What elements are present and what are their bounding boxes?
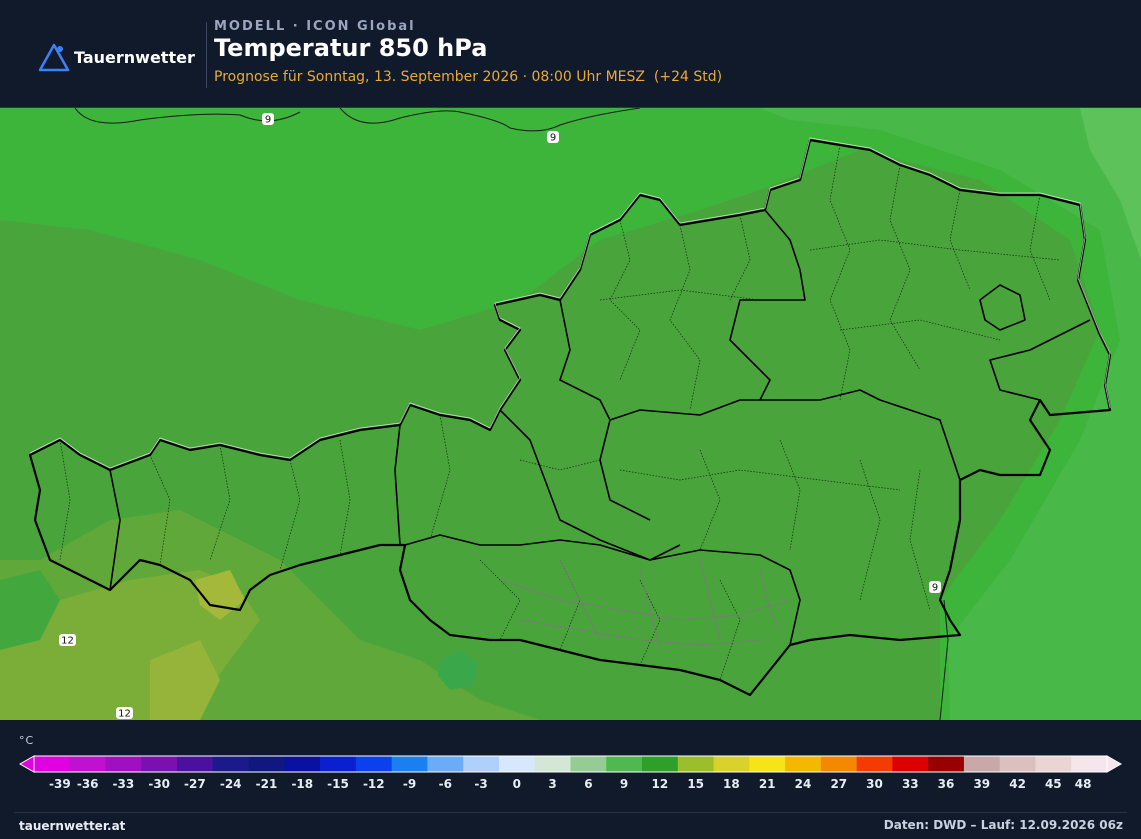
scale-swatch	[105, 756, 142, 772]
scale-tick-label: 18	[723, 777, 740, 791]
scale-swatch	[284, 756, 321, 772]
scale-arrow-max	[1106, 755, 1123, 773]
svg-text:9: 9	[265, 115, 271, 126]
svg-text:9: 9	[932, 583, 938, 594]
mountain-logo-icon	[38, 43, 70, 72]
scale-swatch	[427, 756, 464, 772]
forecast-subtitle: Prognose für Sonntag, 13. September 2026…	[214, 69, 723, 85]
brand-name: Tauernwetter	[74, 47, 195, 67]
scale-tick-label: 39	[973, 777, 991, 791]
scale-swatch	[320, 756, 357, 772]
scale-tick-label: 30	[866, 777, 883, 791]
scale-tick-label: 27	[830, 777, 848, 791]
contour-label: 9	[547, 131, 559, 144]
contour-label: 12	[116, 707, 133, 720]
contour-label: 12	[59, 634, 76, 647]
scale-tick-label: 9	[619, 777, 629, 791]
scale-tick-label: 24	[794, 777, 812, 791]
scale-swatch	[391, 756, 429, 772]
scale-tick-label: -30	[148, 777, 171, 791]
scale-tick-label: -39	[49, 777, 71, 791]
scale-swatch	[606, 756, 643, 772]
model-label: MODELL · ICON Global	[214, 19, 416, 34]
scale-swatch	[141, 756, 178, 772]
scale-tick-label: -24	[219, 777, 242, 791]
logo[interactable]: Tauernwetter	[38, 42, 195, 72]
scale-swatch	[785, 756, 822, 772]
scale-tick-label: 45	[1044, 777, 1062, 791]
page-title: Temperatur 850 hPa	[214, 34, 488, 62]
scale-swatch	[642, 756, 679, 772]
scale-tick-label: 12	[651, 777, 669, 791]
scale-swatch	[534, 756, 572, 772]
scale-tick-label: 48	[1074, 777, 1092, 791]
footer-divider	[14, 812, 1127, 813]
scale-swatch	[212, 756, 250, 772]
scale-tick-label: -9	[402, 777, 417, 791]
scale-tick-label: 21	[758, 777, 776, 791]
scale-tick-label: -27	[184, 777, 206, 791]
scale-tick-label: 6	[584, 777, 593, 791]
scale-tick-label: -15	[327, 777, 349, 791]
scale-tick-label: -36	[76, 777, 99, 791]
scale-swatch	[999, 756, 1037, 772]
scale-tick-label: 36	[937, 777, 955, 791]
legend-unit: °C	[19, 734, 35, 747]
scale-swatch	[498, 756, 536, 772]
scale-swatch	[892, 756, 929, 772]
scale-swatch	[856, 756, 893, 772]
footer-data-source: Daten: DWD – Lauf: 12.09.2026 06z	[883, 818, 1123, 832]
scale-swatch	[677, 756, 715, 772]
scale-swatch	[355, 756, 393, 772]
svg-text:12: 12	[61, 636, 74, 647]
scale-swatch	[820, 756, 858, 772]
scale-tick-label: -6	[438, 777, 452, 791]
temperature-map[interactable]: 9 9 9 12 12	[0, 108, 1141, 720]
scale-tick-label: 33	[901, 777, 919, 791]
scale-swatch	[463, 756, 500, 772]
scale-tick-label: 15	[687, 777, 705, 791]
scale-swatch	[1035, 756, 1072, 772]
header: Tauernwetter MODELL · ICON Global Temper…	[0, 0, 1141, 108]
scale-swatch	[963, 756, 1001, 772]
scale-tick-label: -3	[474, 777, 488, 791]
scale-swatch	[248, 756, 285, 772]
scale-tick-label: -33	[112, 777, 135, 791]
scale-tick-label: -21	[255, 777, 278, 791]
scale-tick-label: -12	[362, 777, 385, 791]
header-divider	[206, 22, 207, 88]
scale-swatch	[928, 756, 965, 772]
scale-tick-label: 3	[548, 777, 557, 791]
footer-site[interactable]: tauernwetter.at	[19, 819, 125, 833]
contour-label: 9	[262, 113, 274, 126]
scale-tick-label: -18	[291, 777, 314, 791]
scale-swatch	[713, 756, 750, 772]
scale-swatch	[69, 756, 107, 772]
scale-arrow-min	[18, 755, 35, 773]
scale-swatch	[34, 756, 71, 772]
svg-text:12: 12	[118, 709, 131, 720]
svg-text:9: 9	[550, 133, 556, 144]
scale-swatch	[177, 756, 214, 772]
color-scale-bar	[18, 755, 1123, 773]
scale-swatch	[749, 756, 786, 772]
scale-tick-label: 0	[512, 777, 521, 791]
scale-tick-label: 42	[1009, 777, 1026, 791]
scale-swatch	[570, 756, 607, 772]
scale-swatch	[1071, 756, 1108, 772]
contour-label: 9	[929, 581, 941, 594]
